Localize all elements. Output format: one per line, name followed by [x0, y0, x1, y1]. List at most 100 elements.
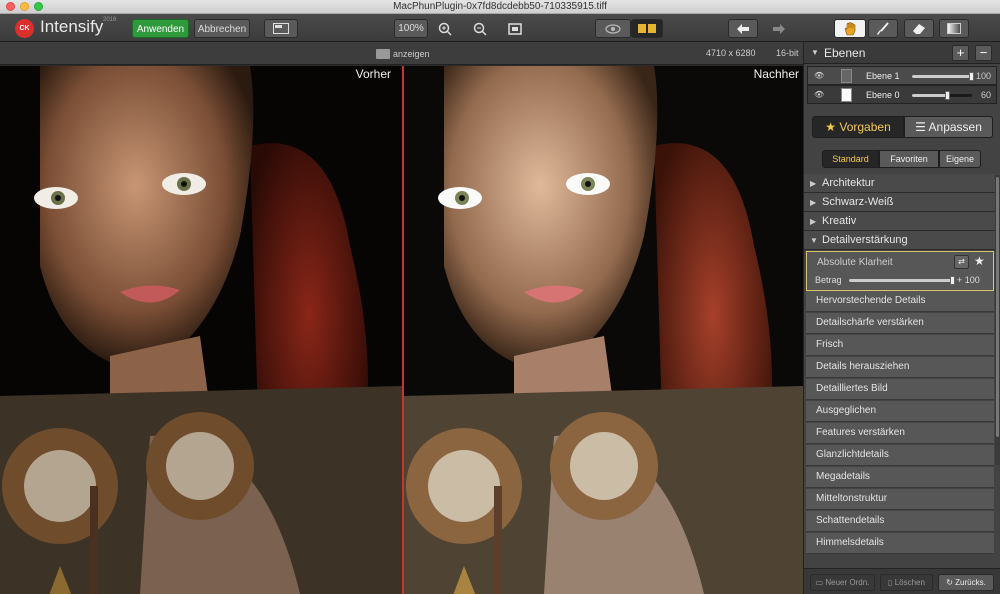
preset-label: Detailliertes Bild: [816, 383, 888, 394]
layer-row[interactable]: 👁 Ebene 0 60: [807, 85, 997, 104]
view-mode-button[interactable]: [264, 19, 298, 38]
tab-presets-label: Vorgaben: [839, 120, 891, 134]
tab-adjust-label: Anpassen: [928, 120, 982, 134]
layer-thumbnail: [841, 69, 852, 83]
preview-after[interactable]: Nachher: [404, 66, 803, 594]
preset-item[interactable]: Himmelsdetails: [806, 533, 994, 554]
layers-title: Ebenen: [824, 46, 866, 60]
panel-bottom-bar: ▭ Neuer Ordn. ▯ Löschen ↻ Zurücks.: [804, 568, 1000, 594]
reset-button[interactable]: ↻ Zurücks.: [938, 574, 994, 591]
add-layer-button[interactable]: +: [952, 45, 969, 61]
zoom-in-button[interactable]: [432, 19, 458, 38]
preset-label: Features verstärken: [816, 427, 905, 438]
subtab-own[interactable]: Eigene: [939, 150, 981, 168]
preset-item[interactable]: Detailliertes Bild: [806, 379, 994, 400]
layer-row[interactable]: 👁 Ebene 1 100: [807, 66, 997, 85]
gradient-tool-button[interactable]: [939, 19, 969, 38]
preset-item[interactable]: Glanzlichtdetails: [806, 445, 994, 466]
preset-label: Schattendetails: [816, 515, 885, 526]
zoom-out-icon: [473, 22, 487, 36]
fit-to-screen-button[interactable]: [502, 19, 528, 38]
preset-item[interactable]: Detailschärfe verstärken: [806, 313, 994, 334]
layer-opacity-slider[interactable]: [912, 72, 974, 81]
preset-label: Himmelsdetails: [816, 537, 884, 548]
cancel-button[interactable]: Abbrechen: [194, 19, 250, 38]
toolbar: CK Intensify 2016 Anwenden Abbrechen 100…: [0, 14, 1000, 42]
subtab-favorites[interactable]: Favoriten: [879, 150, 939, 168]
preset-label: Glanzlichtdetails: [816, 449, 889, 460]
split-view-button[interactable]: [631, 19, 663, 38]
preset-label: Mitteltonstruktur: [816, 493, 888, 504]
category-architektur[interactable]: ▶ Architektur: [804, 174, 995, 193]
tab-presets[interactable]: ★ Vorgaben: [812, 116, 904, 138]
tab-adjust[interactable]: ☰ Anpassen: [904, 116, 993, 138]
undo-arrow-icon: [737, 24, 749, 34]
selected-preset[interactable]: Absolute Klarheit ⇄ ★ Betrag + 100: [806, 251, 994, 291]
undo-button[interactable]: [728, 19, 758, 38]
preset-label: Ausgeglichen: [816, 405, 877, 416]
zoom-level-button[interactable]: 100%: [394, 19, 428, 38]
amount-slider[interactable]: [849, 276, 955, 285]
new-folder-label: Neuer Ordn.: [825, 578, 870, 587]
preset-item[interactable]: Ausgeglichen: [806, 401, 994, 422]
sliders-icon: ☰: [915, 120, 926, 134]
star-icon: ★: [825, 120, 837, 134]
preset-label: Megadetails: [816, 471, 870, 482]
eye-icon[interactable]: 👁: [814, 71, 824, 80]
intensify-window: MacPhunPlugin-0x7fd8dcdebb50-710335915.t…: [0, 0, 1000, 594]
layer-opacity-value: 60: [980, 90, 991, 100]
app-logo-badge: CK: [15, 19, 34, 38]
preset-item[interactable]: Schattendetails: [806, 511, 994, 532]
preset-item[interactable]: Mitteltonstruktur: [806, 489, 994, 510]
layers-header[interactable]: ▼ Ebenen + −: [804, 42, 1000, 64]
brush-tool-button[interactable]: [868, 19, 898, 38]
slider-fill: [912, 75, 972, 78]
slider-fill: [912, 94, 948, 97]
slider-knob[interactable]: [950, 276, 955, 285]
show-toggle[interactable]: anzeigen: [376, 48, 430, 59]
preset-name: Absolute Klarheit: [817, 257, 893, 268]
hand-icon: [844, 22, 856, 36]
category-detailverstaerkung[interactable]: ▼ Detailverstärkung: [804, 231, 995, 250]
fit-screen-icon: [508, 23, 522, 35]
preview-toggle-button[interactable]: [595, 19, 631, 38]
apply-button[interactable]: Anwenden: [132, 19, 189, 38]
image-dimensions: 4710 x 6280: [706, 48, 756, 58]
preset-item[interactable]: Features verstärken: [806, 423, 994, 444]
redo-arrow-icon: [773, 24, 785, 34]
preset-scroll-thumb[interactable]: [996, 177, 999, 437]
redo-button[interactable]: [764, 19, 794, 38]
preset-label: Details herausziehen: [816, 361, 910, 372]
category-schwarz-weiss[interactable]: ▶ Schwarz-Weiß: [804, 193, 995, 212]
preset-label: Detailschärfe verstärken: [816, 317, 924, 328]
preview-before[interactable]: Vorher: [0, 66, 402, 594]
remove-layer-button[interactable]: −: [975, 45, 992, 61]
preset-item[interactable]: Details herausziehen: [806, 357, 994, 378]
slider-knob[interactable]: [945, 91, 950, 100]
hand-tool-button[interactable]: [834, 19, 866, 38]
slider-fill: [849, 279, 953, 282]
delete-button[interactable]: ▯ Löschen: [880, 574, 933, 591]
show-toggle-label: anzeigen: [393, 48, 430, 59]
reset-icon: ↻: [946, 578, 953, 587]
before-label: Vorher: [355, 67, 391, 81]
collapse-triangle-icon: ▼: [810, 236, 818, 245]
bit-depth: 16-bit: [776, 48, 799, 58]
category-kreativ[interactable]: ▶ Kreativ: [804, 212, 995, 231]
preset-item[interactable]: Frisch: [806, 335, 994, 356]
portrait-before-image: [0, 66, 402, 594]
zoom-out-button[interactable]: [467, 19, 493, 38]
preset-item[interactable]: Megadetails: [806, 467, 994, 488]
layer-opacity-slider[interactable]: [912, 91, 972, 100]
eraser-tool-button[interactable]: [904, 19, 934, 38]
favorite-star-icon[interactable]: ★: [974, 254, 985, 268]
panel-icon: [273, 23, 289, 34]
adjust-icon[interactable]: ⇄: [954, 255, 969, 269]
new-folder-button[interactable]: ▭ Neuer Ordn.: [810, 574, 875, 591]
subtab-standard[interactable]: Standard: [822, 150, 879, 168]
slider-knob[interactable]: [969, 72, 974, 81]
title-bar: MacPhunPlugin-0x7fd8dcdebb50-710335915.t…: [0, 0, 1000, 14]
preset-label: Frisch: [816, 339, 844, 350]
preset-item[interactable]: Hervorstechende Details: [806, 291, 994, 312]
eye-icon[interactable]: 👁: [814, 90, 824, 99]
